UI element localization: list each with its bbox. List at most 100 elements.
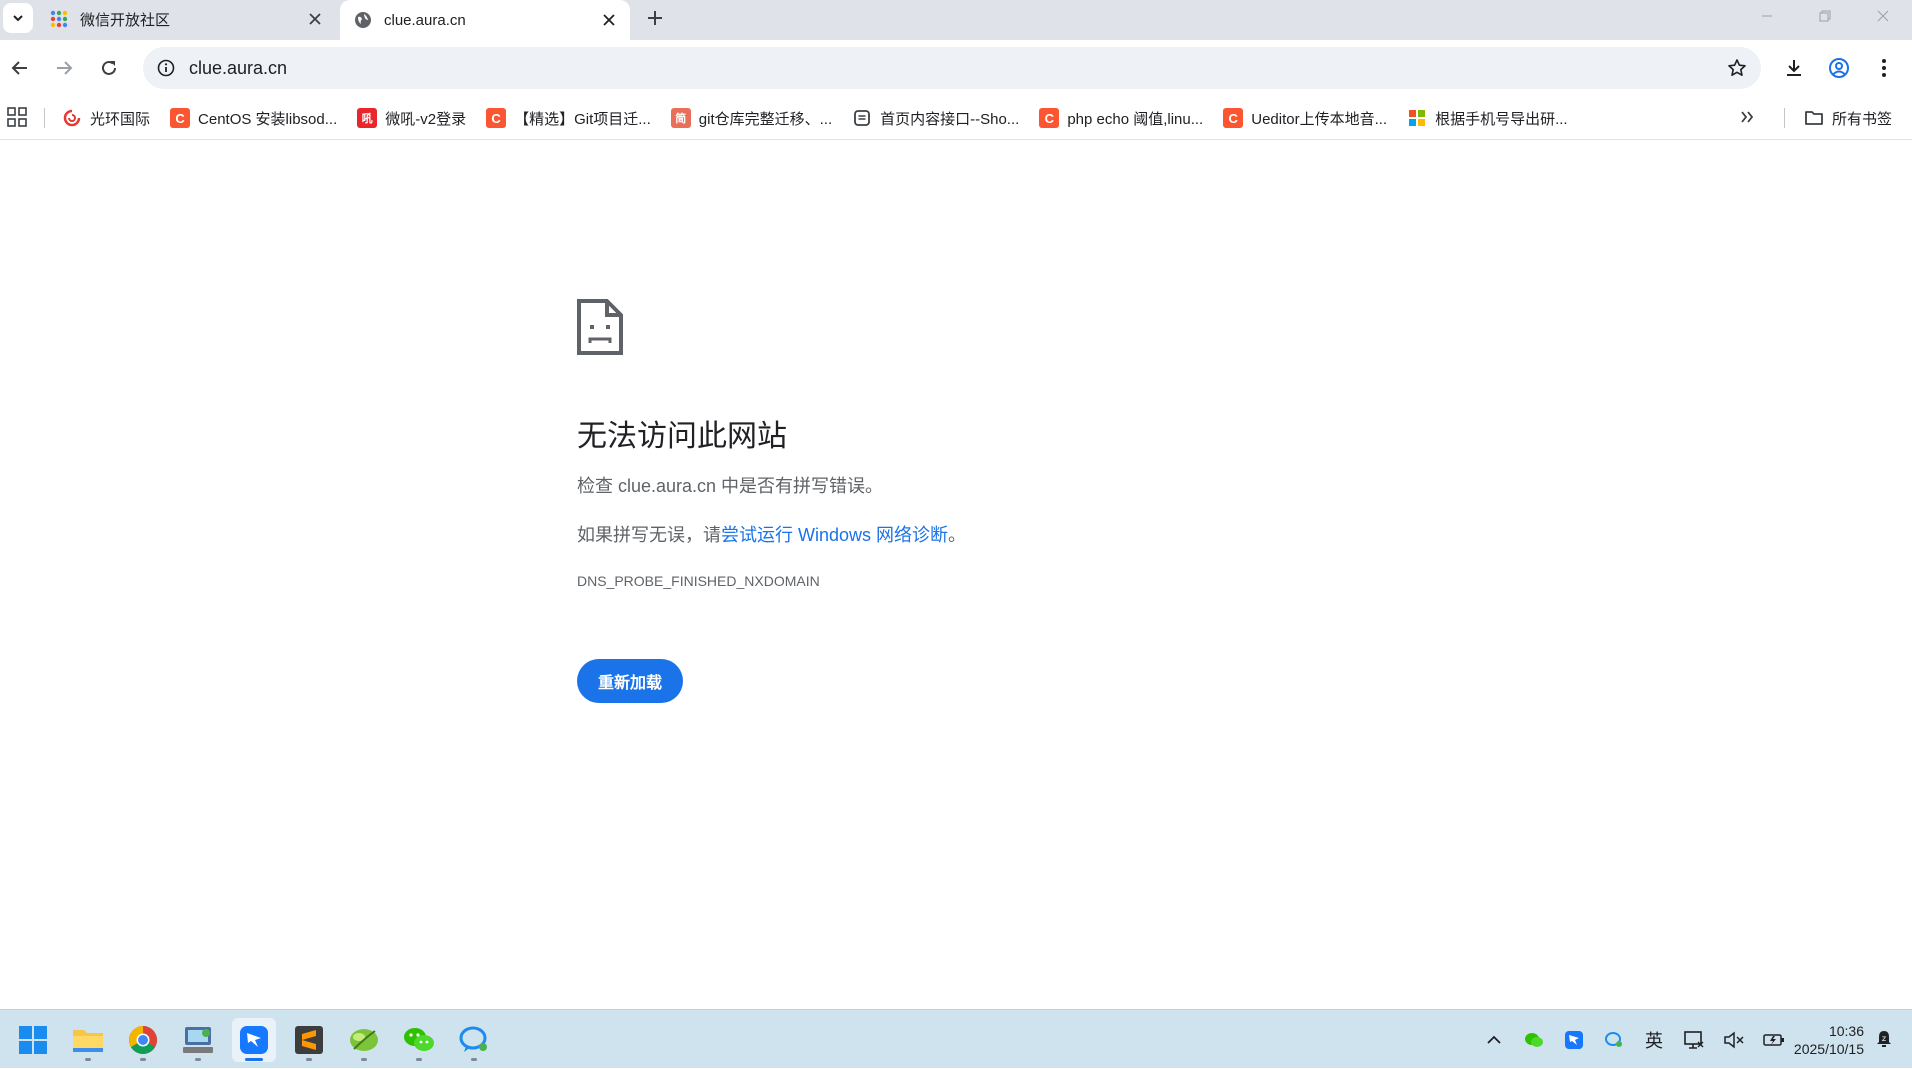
tray-dingtalk-icon[interactable] xyxy=(1559,1025,1589,1055)
bookmark-label: CentOS 安装libsod... xyxy=(198,110,338,128)
wechat-button[interactable] xyxy=(397,1018,441,1062)
tray-qq-icon[interactable] xyxy=(1599,1025,1629,1055)
notification-bell-icon: z xyxy=(1877,1031,1891,1047)
close-tab-button[interactable] xyxy=(596,7,622,33)
chevron-up-icon xyxy=(1487,1035,1501,1044)
tab-title: clue.aura.cn xyxy=(384,11,466,29)
bookmark-label: php echo 阈值,linu... xyxy=(1067,110,1204,128)
system-clock[interactable]: 10:36 2025/10/15 xyxy=(1774,1022,1864,1058)
tab-search-button[interactable] xyxy=(3,3,33,33)
sad-page-icon xyxy=(577,299,623,355)
notification-button[interactable]: z xyxy=(1869,1024,1899,1054)
running-indicator xyxy=(245,1058,263,1061)
new-tab-button[interactable] xyxy=(640,3,670,33)
downloads-button[interactable] xyxy=(1776,50,1812,86)
bookmark-item[interactable]: 根据手机号导出研... xyxy=(1407,108,1568,129)
toolbar: clue.aura.cn xyxy=(0,40,1912,96)
wechat-icon xyxy=(404,1028,434,1051)
bookmark-label: git仓库完整迁移、... xyxy=(698,110,833,128)
forward-button[interactable] xyxy=(46,50,82,86)
arrow-right-icon xyxy=(57,61,73,75)
bookmark-item[interactable]: C CentOS 安装libsod... xyxy=(170,108,337,129)
back-button[interactable] xyxy=(2,50,38,86)
windows-icon xyxy=(19,1026,47,1054)
plus-icon xyxy=(648,11,662,25)
folder-icon xyxy=(1805,111,1823,125)
start-button[interactable] xyxy=(11,1018,55,1062)
network-app-icon xyxy=(183,1027,213,1053)
csdn-icon: C xyxy=(1039,108,1060,128)
download-icon xyxy=(1787,60,1801,76)
tray-wechat-icon[interactable] xyxy=(1519,1025,1549,1055)
running-indicator xyxy=(471,1058,477,1061)
sublime-text-button[interactable] xyxy=(287,1018,331,1062)
bookmark-item[interactable]: 首页内容接口--Sho... xyxy=(852,108,1019,129)
error-page: 无法访问此网站 检查 clue.aura.cn 中是否有拼写错误。 如果拼写无误… xyxy=(0,141,1912,1009)
show-hidden-icons-button[interactable] xyxy=(1479,1025,1509,1055)
site-info-icon[interactable] xyxy=(153,55,179,81)
running-indicator xyxy=(416,1058,422,1061)
bookmark-item[interactable]: C php echo 阈值,linu... xyxy=(1039,108,1203,129)
apps-grid-icon[interactable] xyxy=(6,106,28,128)
bookmark-star-icon[interactable] xyxy=(1719,50,1755,86)
bookmarks-bar: 光环国际 C CentOS 安装libsod... 吼 微吼-v2登录 C 【精… xyxy=(0,96,1912,140)
hint-suffix: 。 xyxy=(948,525,967,545)
error-code: DNS_PROBE_FINISHED_NXDOMAIN xyxy=(577,573,820,589)
minimize-button[interactable] xyxy=(1738,0,1796,32)
bookmark-item[interactable]: 光环国际 xyxy=(62,108,150,129)
profile-icon xyxy=(1829,58,1849,78)
reload-page-button[interactable]: 重新加载 xyxy=(577,659,683,703)
hint-prefix: 如果拼写无误，请 xyxy=(577,525,721,545)
csdn-icon: C xyxy=(170,108,191,128)
running-indicator xyxy=(85,1058,91,1061)
network-icon[interactable] xyxy=(1679,1025,1709,1055)
volume-muted-icon[interactable] xyxy=(1719,1025,1749,1055)
qq-chat-button[interactable] xyxy=(452,1018,496,1062)
network-diagnostics-link[interactable]: 尝试运行 Windows 网络诊断 xyxy=(721,525,948,545)
chrome-button[interactable] xyxy=(121,1018,165,1062)
file-explorer-icon xyxy=(73,1030,103,1052)
error-hint-spelling: 检查 clue.aura.cn 中是否有拼写错误。 xyxy=(577,476,884,496)
divider xyxy=(44,108,45,128)
bookmark-label: 根据手机号导出研... xyxy=(1435,110,1568,128)
url-text[interactable]: clue.aura.cn xyxy=(189,58,1719,79)
vhall-icon: 吼 xyxy=(357,108,378,128)
bookmark-item[interactable]: C Ueditor上传本地音... xyxy=(1223,108,1387,129)
running-indicator xyxy=(195,1058,201,1061)
arrow-left-icon xyxy=(11,61,27,75)
taskbar: 英 10:36 2025/10/15 z xyxy=(0,1009,1912,1068)
all-bookmarks-label: 所有书签 xyxy=(1832,110,1893,128)
chevron-down-icon xyxy=(13,15,23,22)
running-indicator xyxy=(306,1058,312,1061)
bookmark-label: Ueditor上传本地音... xyxy=(1251,110,1388,128)
bookmark-item[interactable]: 吼 微吼-v2登录 xyxy=(357,108,466,129)
menu-button[interactable] xyxy=(1866,50,1902,86)
bookmark-item[interactable]: 简 git仓库完整迁移、... xyxy=(670,108,833,129)
dingtalk-button[interactable] xyxy=(232,1018,276,1062)
reload-button[interactable] xyxy=(91,50,127,86)
close-tab-button[interactable] xyxy=(302,6,328,32)
restore-icon xyxy=(1819,10,1831,22)
bookmarks-overflow-button[interactable] xyxy=(1740,108,1754,129)
bookmark-item[interactable]: C 【精选】Git项目迁... xyxy=(486,108,651,129)
bookmark-label: 微吼-v2登录 xyxy=(385,110,467,128)
window-controls xyxy=(1738,0,1912,32)
tab-wechat-community[interactable]: 微信开放社区 xyxy=(36,0,336,38)
profile-button[interactable] xyxy=(1821,50,1857,86)
green-leaf-app-button[interactable] xyxy=(342,1018,386,1062)
bookmark-list: 光环国际 C CentOS 安装libsod... 吼 微吼-v2登录 C 【精… xyxy=(62,96,1588,140)
input-method-indicator[interactable]: 英 xyxy=(1639,1025,1669,1055)
running-indicator xyxy=(361,1058,367,1061)
doc-icon xyxy=(852,108,872,128)
colorful-dots-icon xyxy=(50,10,68,28)
sublime-text-icon xyxy=(295,1026,323,1054)
svg-text:z: z xyxy=(1882,1034,1886,1043)
close-window-button[interactable] xyxy=(1854,0,1912,32)
address-bar[interactable]: clue.aura.cn xyxy=(143,47,1761,89)
tab-clue-aura[interactable]: clue.aura.cn xyxy=(340,0,630,40)
restore-button[interactable] xyxy=(1796,0,1854,32)
all-bookmarks-button[interactable]: 所有书签 xyxy=(1804,96,1892,140)
file-explorer-button[interactable] xyxy=(66,1018,110,1062)
close-icon xyxy=(603,14,615,26)
network-app-button[interactable] xyxy=(176,1018,220,1062)
